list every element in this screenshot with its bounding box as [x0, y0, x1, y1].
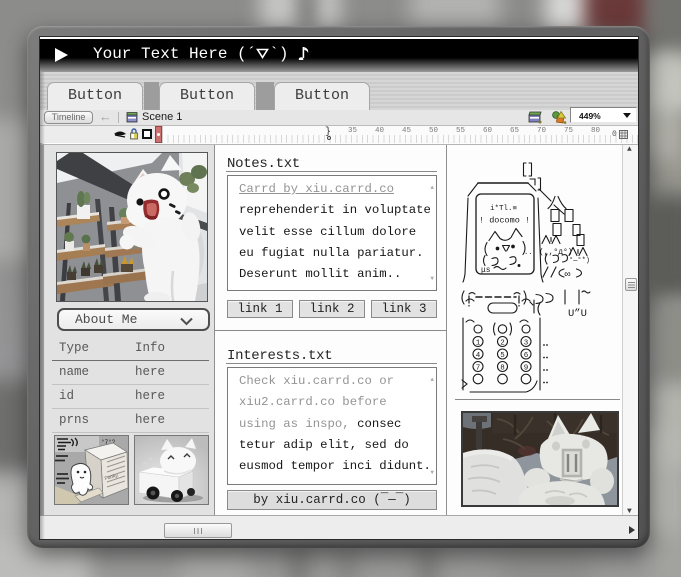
svg-text:μs: μs: [481, 266, 491, 275]
svg-text:9: 9: [524, 364, 529, 372]
svg-text:8: 8: [500, 364, 505, 372]
svg-text:5: 5: [500, 352, 505, 360]
svg-text:2: 2: [500, 339, 505, 347]
svg-text:U”U: U”U: [568, 308, 587, 320]
svg-text:4: 4: [476, 352, 481, 360]
svg-text:..: ..: [524, 249, 532, 257]
svg-text:i*Tl.≡: i*Tl.≡: [490, 205, 518, 213]
svg-text:7: 7: [476, 364, 481, 372]
svg-text:! docomo !: ! docomo !: [479, 216, 530, 226]
svg-text:3: 3: [524, 339, 529, 347]
svg-text:6: 6: [524, 352, 529, 360]
svg-text:°—°*): °—°*): [569, 256, 590, 265]
svg-text:1: 1: [476, 339, 481, 347]
svg-text:(,,°д°): (,,°д°): [539, 248, 573, 257]
svg-text:∞: ∞: [565, 270, 571, 281]
